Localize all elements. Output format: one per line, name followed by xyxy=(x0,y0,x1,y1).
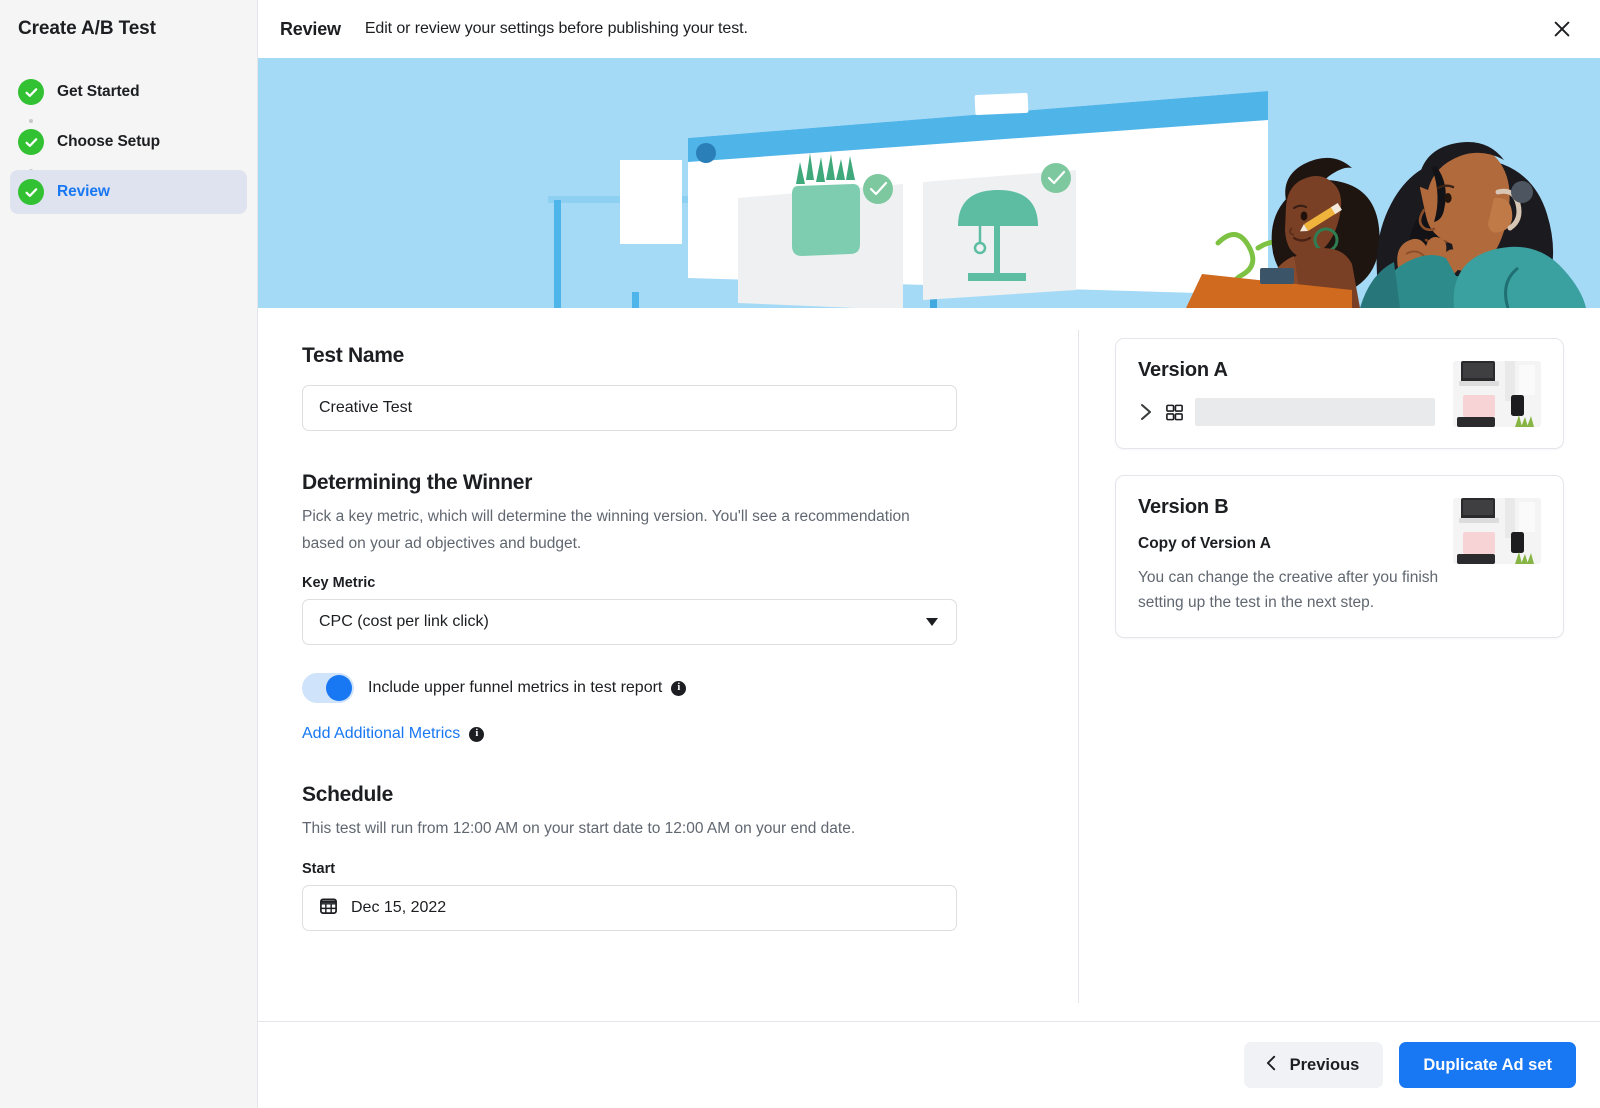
chevron-right-icon[interactable] xyxy=(1138,402,1154,422)
add-additional-metrics-link[interactable]: Add Additional Metrics xyxy=(302,725,460,743)
version-b-thumbnail xyxy=(1453,498,1541,564)
key-metric-value: CPC (cost per link click) xyxy=(319,613,489,631)
schedule-description: This test will run from 12:00 AM on your… xyxy=(302,820,856,838)
chevron-left-icon xyxy=(1264,1054,1279,1077)
test-name-value: Creative Test xyxy=(319,399,413,416)
version-b-card[interactable]: Version B Copy of Version A You can chan… xyxy=(1115,475,1564,639)
ab-test-wizard-modal: Create A/B Test Get Started Choose Setup… xyxy=(0,0,1600,1108)
upper-funnel-toggle-label: Include upper funnel metrics in test rep… xyxy=(368,679,663,697)
versions-panel: Version A Version B Copy of Version A Yo… xyxy=(1079,308,1600,1021)
page-subtitle: Edit or review your settings before publ… xyxy=(364,20,748,37)
calendar-icon xyxy=(319,896,338,920)
add-additional-metrics-row: Add Additional Metrics i xyxy=(302,725,485,743)
start-date-value: Dec 15, 2022 xyxy=(351,898,447,916)
toggle-knob xyxy=(326,675,352,702)
check-circle-icon xyxy=(18,129,44,155)
info-icon[interactable]: i xyxy=(469,726,485,742)
version-a-card[interactable]: Version A xyxy=(1115,338,1564,449)
hero-illustration xyxy=(258,58,1600,308)
previous-button[interactable]: Previous xyxy=(1243,1042,1384,1088)
modal-footer: Previous Duplicate Ad set xyxy=(258,1022,1600,1108)
determining-winner-heading: Determining the Winner xyxy=(302,471,533,494)
start-date-label: Start xyxy=(302,860,336,877)
upper-funnel-toggle-label-wrap: Include upper funnel metrics in test rep… xyxy=(368,679,687,697)
sidebar-step-choose-setup[interactable]: Choose Setup xyxy=(10,120,247,164)
test-name-heading: Test Name xyxy=(302,344,404,367)
sidebar-step-label: Get Started xyxy=(57,83,140,100)
check-circle-icon xyxy=(18,79,44,105)
determining-winner-description: Pick a key metric, which will determine … xyxy=(302,508,910,552)
chevron-down-icon xyxy=(926,618,938,627)
version-b-description: You can change the creative after you fi… xyxy=(1138,569,1439,612)
key-metric-label: Key Metric xyxy=(302,575,376,592)
redacted-ad-name xyxy=(1195,398,1435,426)
sidebar-title: Create A/B Test xyxy=(18,18,156,39)
schedule-heading: Schedule xyxy=(302,783,393,807)
upper-funnel-toggle-row: Include upper funnel metrics in test rep… xyxy=(302,673,1034,704)
modal-header: Review Edit or review your settings befo… xyxy=(258,0,1600,58)
previous-button-label: Previous xyxy=(1289,1055,1360,1074)
version-a-thumbnail xyxy=(1453,361,1541,427)
sidebar-step-review[interactable]: Review xyxy=(10,170,247,214)
sidebar-step-label: Review xyxy=(57,183,110,200)
start-date-input[interactable]: Dec 15, 2022 xyxy=(302,884,957,931)
wizard-main: Review Edit or review your settings befo… xyxy=(258,0,1600,1108)
sidebar-step-label: Choose Setup xyxy=(57,133,161,150)
test-name-input[interactable]: Creative Test xyxy=(302,385,957,431)
upper-funnel-toggle[interactable] xyxy=(302,673,354,704)
grid-icon xyxy=(1165,403,1184,422)
page-title: Review xyxy=(280,18,341,39)
settings-form: Test Name Creative Test Determining the … xyxy=(258,308,1078,1021)
sidebar-step-get-started[interactable]: Get Started xyxy=(10,70,247,114)
duplicate-ad-set-button[interactable]: Duplicate Ad set xyxy=(1399,1042,1576,1088)
duplicate-ad-set-label: Duplicate Ad set xyxy=(1423,1055,1552,1074)
wizard-steps: Get Started Choose Setup Review xyxy=(0,70,257,214)
wizard-body: Test Name Creative Test Determining the … xyxy=(258,308,1600,1022)
info-icon[interactable]: i xyxy=(671,680,687,696)
check-circle-icon xyxy=(18,179,44,205)
close-icon[interactable] xyxy=(1544,11,1580,47)
wizard-sidebar: Create A/B Test Get Started Choose Setup… xyxy=(0,0,258,1108)
key-metric-select[interactable]: CPC (cost per link click) xyxy=(302,599,957,646)
